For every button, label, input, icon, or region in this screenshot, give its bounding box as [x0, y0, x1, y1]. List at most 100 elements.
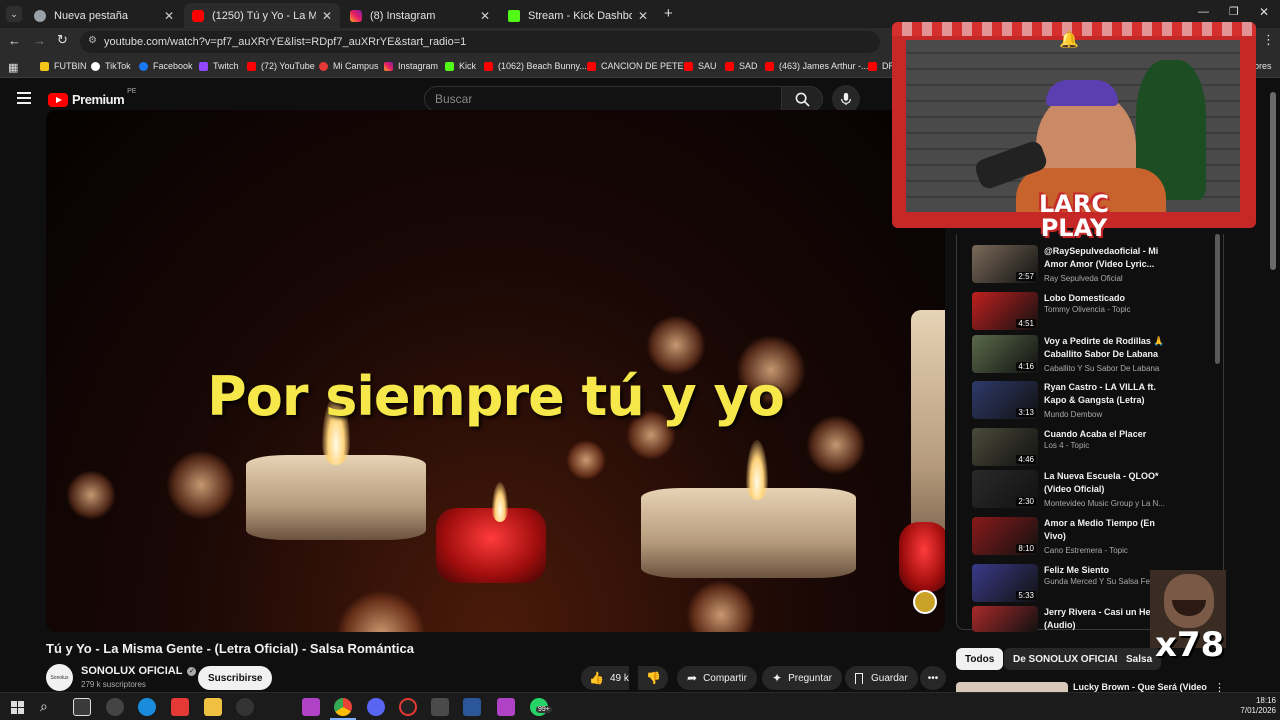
bookmark-sad[interactable]: SAD: [725, 61, 758, 71]
taskbar-app-icon[interactable]: [497, 698, 515, 716]
video-thumbnail[interactable]: 3:13: [972, 381, 1038, 419]
dislike-button[interactable]: 👎: [638, 666, 668, 690]
discord-icon[interactable]: [367, 698, 385, 716]
save-button[interactable]: Guardar: [845, 666, 918, 690]
tab-instagram[interactable]: (8) Instagram ✕: [342, 3, 498, 28]
maximize-icon[interactable]: ❐: [1229, 5, 1239, 18]
all-bookmarks[interactable]: ores: [1254, 61, 1272, 71]
voice-search-button[interactable]: [832, 85, 860, 113]
calculator-icon[interactable]: [431, 698, 449, 716]
obs-icon[interactable]: [399, 698, 417, 716]
bookmark-cancion-de-peter[interactable]: CANCION DE PETER: [587, 61, 690, 71]
share-button[interactable]: ➦ Compartir: [677, 666, 757, 690]
video-thumbnail[interactable]: 4:16: [972, 335, 1038, 373]
back-arrow-icon[interactable]: ←: [8, 33, 21, 48]
word-icon[interactable]: [463, 698, 481, 716]
playlist-item-channel: Mundo Dembow: [1044, 410, 1103, 419]
playlist-item[interactable]: 4:16 Voy a Pedirte de Rodillas 🙏 Caballit…: [972, 335, 1172, 375]
taskbar-app-icon[interactable]: [106, 698, 124, 716]
bookmark-sau[interactable]: SAU: [684, 61, 717, 71]
channel-name[interactable]: SONOLUX OFICIAL ✓: [81, 665, 197, 677]
playlist-item[interactable]: 5:33 Feliz Me Siento Gunda Merced Y Su Sal…: [972, 564, 1172, 604]
playlist-item[interactable]: 8:10 Amor a Medio Tiempo (En Vivo) Cano Es…: [972, 517, 1172, 557]
task-view-icon[interactable]: [73, 698, 91, 716]
playlist-item[interactable]: 2:57 @RaySepulvedaoficial - Mi Amor Amor …: [972, 245, 1172, 285]
bookmark-dr[interactable]: DR: [868, 61, 895, 71]
video-thumbnail[interactable]: [972, 606, 1038, 632]
bookmark-james-arthur[interactable]: (463) James Arthur -...: [765, 61, 869, 71]
search-input[interactable]: Buscar: [424, 86, 782, 112]
site-info-icon[interactable]: ⚙: [88, 35, 97, 46]
bookmark-kick[interactable]: Kick: [445, 61, 476, 71]
page-scrollbar[interactable]: [1270, 92, 1276, 270]
bookmark-label: (1062) Beach Bunny...: [498, 61, 587, 71]
video-thumbnail[interactable]: 4:46: [972, 428, 1038, 466]
like-button[interactable]: 👍 49 k: [581, 666, 629, 690]
playlist-item[interactable]: Jerry Rivera - Casi un Hec... (Audio): [972, 606, 1172, 646]
taskbar-app-icon[interactable]: [236, 698, 254, 716]
chip-todos[interactable]: Todos: [956, 648, 1004, 670]
video-thumbnail[interactable]: 2:57: [972, 245, 1038, 283]
video-thumbnail[interactable]: 8:10: [972, 517, 1038, 555]
taskbar-app-icon[interactable]: [171, 698, 189, 716]
bookmark-beach-bunny[interactable]: (1062) Beach Bunny...: [484, 61, 587, 71]
video-thumbnail[interactable]: 4:51: [972, 292, 1038, 330]
close-tab-icon[interactable]: ✕: [322, 9, 332, 23]
channel-avatar[interactable]: Sonolux: [46, 664, 73, 691]
tab-new-tab[interactable]: Nueva pestaña ✕: [26, 3, 182, 28]
close-tab-icon[interactable]: ✕: [480, 9, 490, 23]
chip-de-sonolux[interactable]: De SONOLUX OFICIAL: [1004, 648, 1130, 670]
playlist-item-title: Voy a Pedirte de Rodillas 🙏 Caballito Sa…: [1044, 336, 1165, 359]
playlist-item[interactable]: 4:46 Cuando Acaba el Placer Los 4 - Topic: [972, 428, 1172, 468]
search-button[interactable]: [781, 86, 823, 112]
system-clock[interactable]: 18:16 7/01/2026: [1236, 696, 1276, 716]
video-duration: 2:30: [1016, 497, 1036, 506]
channel-watermark-icon[interactable]: [913, 590, 937, 614]
more-actions-button[interactable]: •••: [920, 666, 946, 690]
taskbar-search-icon[interactable]: ⌕: [40, 698, 58, 716]
minimize-icon[interactable]: —: [1198, 6, 1209, 18]
close-window-icon[interactable]: ✕: [1259, 5, 1269, 19]
ask-button[interactable]: ✦ Preguntar: [762, 666, 842, 690]
bookmark-youtube[interactable]: (72) YouTube: [247, 61, 315, 71]
new-tab-plus-icon[interactable]: +: [664, 5, 673, 22]
bookmark-instagram[interactable]: Instagram: [384, 61, 438, 71]
close-tab-icon[interactable]: ✕: [638, 9, 648, 23]
video-thumbnail[interactable]: 2:30: [972, 470, 1038, 508]
video-player[interactable]: Por siempre tú y yo: [46, 110, 945, 632]
youtube-logo[interactable]: Premium PE: [48, 88, 136, 107]
bookmark-label: Kick: [459, 61, 477, 71]
apps-grid-icon[interactable]: ▦: [8, 61, 18, 74]
address-bar[interactable]: ⚙ youtube.com/watch?v=pf7_auXRrYE&list=R…: [80, 31, 880, 53]
chrome-icon[interactable]: [334, 698, 352, 716]
next-video-title[interactable]: Lucky Brown - Que Será (Video: [1073, 682, 1208, 692]
bookmark-tiktok[interactable]: TikTok: [91, 61, 131, 71]
youtube-icon: [192, 9, 204, 22]
taskbar-app-icon[interactable]: [302, 698, 320, 716]
tab-kick[interactable]: Stream - Kick Dashboard ✕: [500, 3, 656, 28]
browser-menu-icon[interactable]: ⋮: [1262, 32, 1275, 48]
bookmark-label: Twitch: [213, 61, 239, 71]
hamburger-menu-icon[interactable]: [17, 92, 31, 104]
tab-youtube[interactable]: (1250) Tú y Yo - La Misma Gente ✕: [184, 3, 340, 28]
brand-line: PLAY: [1040, 214, 1108, 242]
subscribe-button[interactable]: Suscribirse: [198, 666, 273, 690]
playlist-item-channel: Tommy Olivencia - Topic: [1044, 305, 1131, 314]
bookmark-facebook[interactable]: Facebook: [139, 61, 193, 71]
tab-search-icon[interactable]: ⌄: [6, 6, 22, 22]
playlist-scrollbar[interactable]: [1215, 234, 1220, 364]
playlist-item[interactable]: 2:30 La Nueva Escuela - QLOO* (Video Ofic…: [972, 470, 1172, 510]
bookmark-twitch[interactable]: Twitch: [199, 61, 239, 71]
file-explorer-icon[interactable]: [204, 698, 222, 716]
playlist-item[interactable]: 4:51 Lobo Domesticado Tommy Olivencia - To…: [972, 292, 1172, 332]
video-thumbnail[interactable]: 5:33: [972, 564, 1038, 602]
youtube-icon: [247, 61, 256, 71]
reload-icon[interactable]: ↻: [57, 32, 68, 48]
edge-icon[interactable]: [138, 698, 156, 716]
close-tab-icon[interactable]: ✕: [164, 9, 174, 23]
forward-arrow-icon[interactable]: →: [33, 33, 46, 48]
bookmark-futbin[interactable]: FUTBIN: [40, 61, 87, 71]
bookmark-mi-campus[interactable]: Mi Campus: [319, 61, 379, 71]
windows-start-icon[interactable]: [8, 698, 26, 716]
playlist-item[interactable]: 3:13 Ryan Castro - LA VILLA ft. Kapo & Ga…: [972, 381, 1172, 421]
